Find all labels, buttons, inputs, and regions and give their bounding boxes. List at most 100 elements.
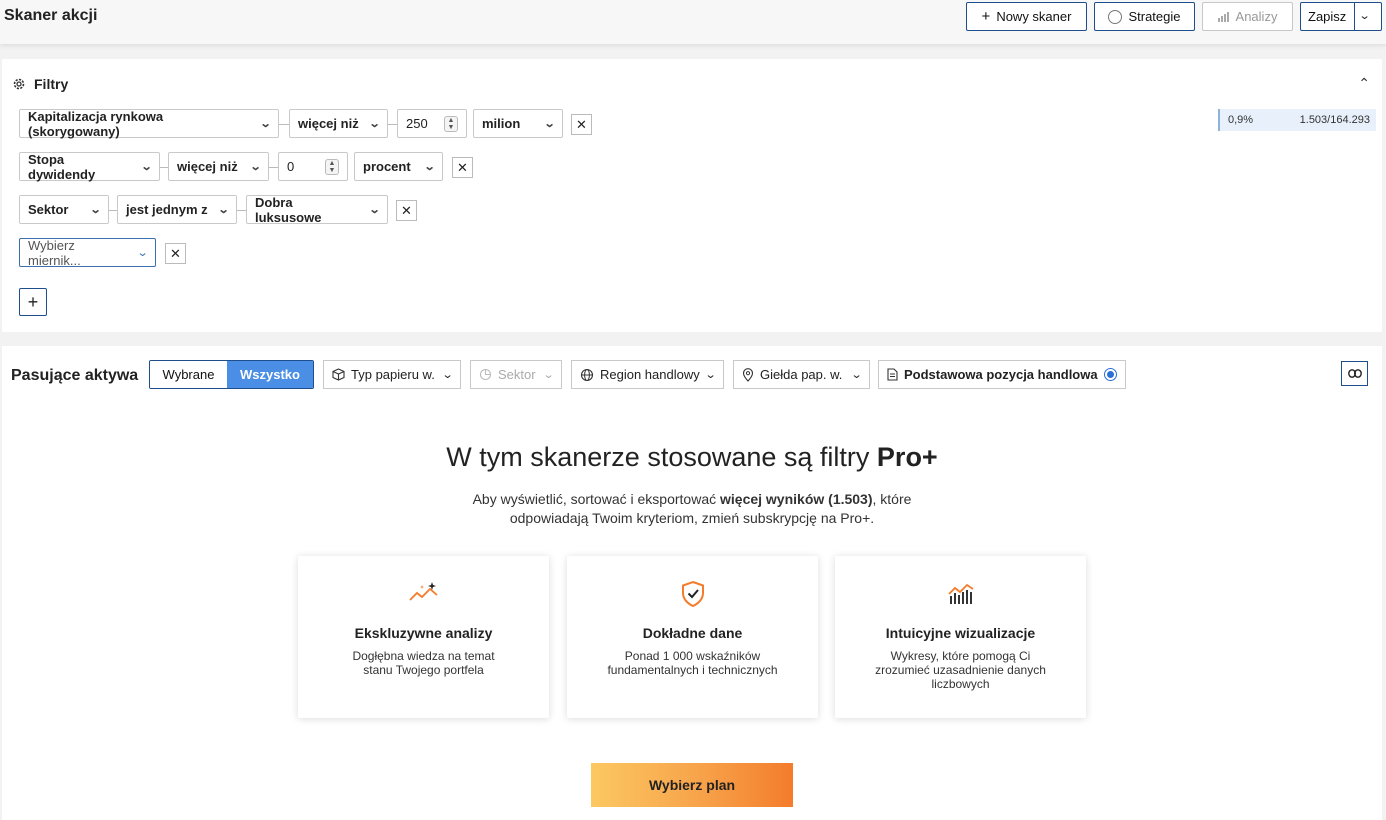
analyses-label: Analizy xyxy=(1235,9,1278,24)
chevron-down-icon: ⌄ xyxy=(249,161,262,173)
feature-card-desc: Ponad 1 000 wskaźników fundamentalnych i… xyxy=(607,649,778,677)
results-title: Pasujące aktywa xyxy=(11,367,139,384)
filter-unit-value: procent xyxy=(363,159,411,174)
add-filter-button[interactable]: + xyxy=(19,288,47,316)
match-stat-bar: 0,9% 1.503/164.293 xyxy=(1218,109,1376,131)
filter-operator-select[interactable]: jest jednym z ⌄ xyxy=(117,195,237,224)
gear-icon xyxy=(13,78,25,90)
filter-metric-select[interactable]: Kapitalizacja rynkowa (skorygowany) ⌄ xyxy=(19,109,279,139)
chevron-down-icon: ⌄ xyxy=(368,118,381,130)
filter-value-input[interactable]: 250 ▲ ▼ xyxy=(397,109,467,138)
security-type-filter[interactable]: Typ papieru w. ⌄ xyxy=(323,360,461,389)
match-percent: 0,9% xyxy=(1228,114,1254,126)
chevron-down-icon: ⌄ xyxy=(136,247,149,259)
globe-icon xyxy=(580,368,594,381)
filter-sector-value-select[interactable]: Dobra luksusowe ⌄ xyxy=(246,194,388,225)
bar-chart-small-icon xyxy=(1217,11,1229,22)
promo-heading-bold: Pro+ xyxy=(876,442,938,472)
toggle-all[interactable]: Wszystko xyxy=(227,361,313,388)
sparkle-trend-icon xyxy=(408,582,438,601)
promo-text-prefix: Aby wyświetlić, sortować i eksportować xyxy=(472,491,720,507)
choose-plan-button[interactable]: Wybierz plan xyxy=(591,763,793,807)
filter-unit-select[interactable]: procent ⌄ xyxy=(354,152,443,181)
filter-metric-select[interactable]: Sektor ⌄ xyxy=(19,195,109,224)
collapse-chevron-icon[interactable]: ⌃ xyxy=(1358,75,1370,92)
save-label: Zapisz xyxy=(1308,9,1347,24)
filters-panel: Filtry ⌃ Kapitalizacja rynkowa (skorygow… xyxy=(2,59,1382,332)
share-link-button[interactable] xyxy=(1341,361,1368,386)
filters-header[interactable]: Filtry xyxy=(12,76,68,92)
radio-selected-icon[interactable] xyxy=(1104,368,1117,381)
results-section: Pasujące aktywa Wybrane Wszystko Typ pap… xyxy=(2,346,1382,820)
shield-check-icon xyxy=(681,580,704,608)
stepper-icon[interactable]: ▲ ▼ xyxy=(325,158,339,175)
remove-filter-button[interactable]: ✕ xyxy=(165,243,186,264)
filter-value-input[interactable]: 0 ▲ ▼ xyxy=(278,152,348,181)
filter-value-text: 250 xyxy=(406,116,428,131)
filter-value-text: 0 xyxy=(287,159,295,174)
filter-metric-select[interactable]: Stopa dywidendy ⌄ xyxy=(19,151,160,182)
sector-filter[interactable]: Sektor ⌄ xyxy=(470,360,562,389)
filter-metric-value: Stopa dywidendy xyxy=(28,151,96,182)
region-label: Region handlowy xyxy=(600,367,700,382)
analyses-button[interactable]: Analizy xyxy=(1202,2,1293,31)
remove-filter-button[interactable]: ✕ xyxy=(396,200,417,221)
filter-metric-value: Sektor xyxy=(28,202,69,217)
match-count: 1.503/164.293 xyxy=(1299,114,1370,126)
filter-sector-value: Dobra luksusowe xyxy=(255,194,322,225)
chevron-down-icon: ⌄ xyxy=(543,118,556,130)
primary-listing-toggle[interactable]: Podstawowa pozycja handlowa xyxy=(878,360,1126,389)
document-icon xyxy=(887,368,898,381)
filter-operator-value: jest jednym z xyxy=(126,202,208,217)
chevron-down-icon: ⌄ xyxy=(542,369,555,381)
feature-card-title: Dokładne dane xyxy=(642,625,743,641)
filter-operator-value: więcej niż xyxy=(177,159,238,174)
metric-picker-placeholder: Wybierz miernik... xyxy=(28,237,81,268)
filter-operator-select[interactable]: więcej niż ⌄ xyxy=(289,109,388,138)
feature-card-data: Dokładne dane Ponad 1 000 wskaźników fun… xyxy=(567,556,818,718)
new-scanner-label: Nowy skaner xyxy=(996,9,1072,24)
region-filter[interactable]: Region handlowy ⌄ xyxy=(571,360,724,389)
stepper-icon[interactable]: ▲ ▼ xyxy=(444,115,458,132)
feature-card-title: Intuicyjne wizualizacje xyxy=(885,625,1036,641)
save-split-divider xyxy=(1354,2,1355,31)
feature-card-desc: Dogłębna wiedza na temat stanu Twojego p… xyxy=(352,649,495,677)
filter-unit-select[interactable]: milion ⌄ xyxy=(473,109,563,138)
strategy-circle-icon xyxy=(1108,9,1123,24)
feature-card-title: Ekskluzywne analizy xyxy=(354,625,493,641)
top-bar: Skaner akcji + Nowy skaner Strategie Ana… xyxy=(0,0,1386,44)
filter-operator-select[interactable]: więcej niż ⌄ xyxy=(168,152,269,181)
security-type-label: Typ papieru w. xyxy=(351,367,435,382)
cube-icon xyxy=(332,368,345,381)
chevron-down-icon: ⌄ xyxy=(368,204,381,216)
primary-listing-label: Podstawowa pozycja handlowa xyxy=(904,367,1098,382)
chevron-down-icon: ⌄ xyxy=(140,161,153,173)
new-scanner-button[interactable]: + Nowy skaner xyxy=(966,2,1087,31)
remove-filter-button[interactable]: ✕ xyxy=(452,157,473,178)
toggle-selected[interactable]: Wybrane xyxy=(150,361,227,388)
promo-heading-text: W tym skanerze stosowane są filtry xyxy=(446,442,877,472)
chevron-down-icon: ⌄ xyxy=(259,118,272,130)
feature-card-desc: Wykresy, które pomogą Ci zrozumieć uzasa… xyxy=(875,649,1046,691)
metric-picker-select[interactable]: Wybierz miernik... ⌄ xyxy=(19,237,156,268)
feature-card-analyses: Ekskluzywne analizy Dogłębna wiedza na t… xyxy=(298,556,549,718)
pie-icon xyxy=(479,368,492,381)
chevron-down-icon: ⌄ xyxy=(850,369,863,381)
bar-chart-icon xyxy=(947,583,973,604)
strategies-label: Strategie xyxy=(1128,9,1181,24)
remove-filter-button[interactable]: ✕ xyxy=(571,114,592,135)
filter-unit-value: milion xyxy=(482,116,521,131)
page-title: Skaner akcji xyxy=(4,7,98,24)
filters-title: Filtry xyxy=(34,76,69,92)
feature-card-visualizations: Intuicyjne wizualizacje Wykresy, które p… xyxy=(835,556,1086,718)
plus-icon: + xyxy=(981,8,991,25)
promo-text: Aby wyświetlić, sortować i eksportować w… xyxy=(457,490,927,528)
save-dropdown-chevron-icon[interactable]: ⌄ xyxy=(1359,9,1371,22)
location-pin-icon xyxy=(742,367,754,382)
promo-heading: W tym skanerze stosowane są filtry Pro+ xyxy=(2,442,1382,473)
link-icon xyxy=(1347,369,1362,378)
sector-label: Sektor xyxy=(498,367,536,382)
chevron-down-icon: ⌄ xyxy=(704,369,717,381)
exchange-filter[interactable]: Giełda pap. w. ⌄ xyxy=(733,360,870,389)
strategies-button[interactable]: Strategie xyxy=(1094,2,1195,31)
